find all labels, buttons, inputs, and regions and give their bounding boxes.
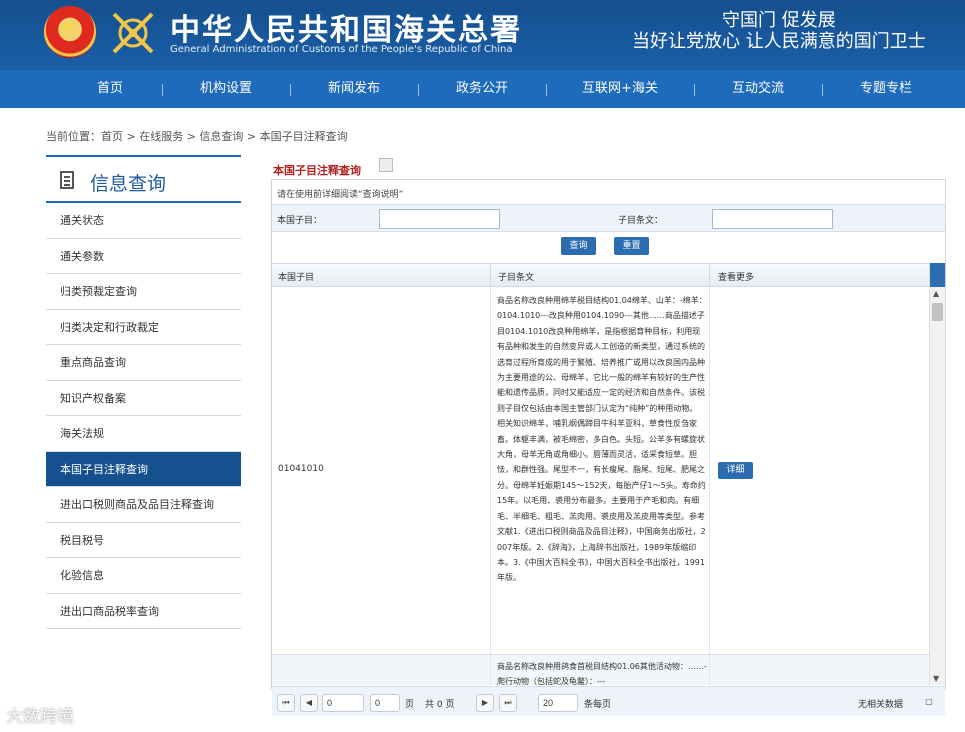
sidebar-item-key-goods[interactable]: 重点商品查询 xyxy=(46,345,241,381)
refresh-icon[interactable]: ▢ xyxy=(922,694,936,712)
breadcrumb-separator: > xyxy=(243,130,260,143)
sidebar-item-classification-decision[interactable]: 归类决定和行政裁定 xyxy=(46,310,241,345)
empty-status: 无相关数据 xyxy=(858,700,904,710)
prev-page-button[interactable]: ◀ xyxy=(300,694,318,712)
sidebar-item-tax-rate[interactable]: 进出口商品税率查询 xyxy=(46,594,241,629)
sidebar-header: 信息查询 xyxy=(46,155,241,203)
site-header: 中华人民共和国海关总署 General Administration of Cu… xyxy=(0,0,965,70)
detail-button[interactable]: 详细 xyxy=(718,462,753,479)
breadcrumb-item-info-query[interactable]: 信息查询 xyxy=(199,130,243,143)
breadcrumb-prefix: 当前位置： xyxy=(46,130,101,143)
sidebar-item-tariff-number[interactable]: 税目税号 xyxy=(46,523,241,558)
collapse-icon[interactable] xyxy=(379,158,393,172)
next-page-button[interactable]: ▶ xyxy=(476,694,494,712)
col-divider[interactable] xyxy=(709,264,710,288)
col-header-text[interactable]: 子目条文 xyxy=(498,270,534,283)
table-row: 01041010 商品名称改良种用绵羊税目结构01.04绵羊、山羊：-绵羊：01… xyxy=(272,287,929,655)
national-emblem-icon xyxy=(44,6,96,58)
scroll-thumb[interactable] xyxy=(932,303,943,321)
document-icon xyxy=(60,171,74,189)
page-size-select[interactable] xyxy=(538,694,578,712)
breadcrumb-item-home[interactable]: 首页 xyxy=(101,130,123,143)
usage-tip[interactable]: 请在使用前详细阅读“查询说明” xyxy=(277,187,403,200)
col-divider xyxy=(490,287,491,685)
first-page-button[interactable]: ⏮ xyxy=(277,694,295,712)
nav-divider xyxy=(822,84,823,96)
site-title: 中华人民共和国海关总署 xyxy=(170,13,522,48)
subheading-input[interactable] xyxy=(379,209,500,229)
sidebar: 信息查询 通关状态 通关参数 归类预裁定查询 归类决定和行政裁定 重点商品查询 … xyxy=(46,155,241,629)
grid-body: 01041010 商品名称改良种用绵羊税目结构01.04绵羊、山羊：-绵羊：01… xyxy=(272,287,929,685)
panel-title: 本国子目注释查询 xyxy=(273,164,361,177)
main-nav: 首页 机构设置 新闻发布 政务公开 互联网+海关 互动交流 专题专栏 xyxy=(0,70,965,108)
scroll-down-icon[interactable]: ▼ xyxy=(933,674,939,683)
slogan-line2: 当好让党放心 让人民满意的国门卫士 xyxy=(632,31,926,52)
page-size-label: 条每页 xyxy=(584,700,612,710)
cell-subheading-text: 商品名称改良种用绵羊税目结构01.04绵羊、山羊：-绵羊：0104.1010--… xyxy=(497,296,707,583)
sidebar-item-lab-info[interactable]: 化验信息 xyxy=(46,558,241,594)
breadcrumb-separator: > xyxy=(123,130,140,143)
page-label: 页 xyxy=(405,700,415,710)
sidebar-item-customs-law[interactable]: 海关法规 xyxy=(46,416,241,452)
subheading-label: 本国子目： xyxy=(277,216,323,226)
breadcrumb: 当前位置：首页 > 在线服务 > 信息查询 > 本国子目注释查询 xyxy=(46,128,348,144)
sidebar-item-tariff-notes[interactable]: 进出口税则商品及品目注释查询 xyxy=(46,487,241,523)
sidebar-item-clearance-status[interactable]: 通关状态 xyxy=(46,203,241,239)
search-form: 本国子目： 子目条文： xyxy=(272,204,945,232)
cell-subheading-text: 商品名称改良种用鸽食首税目结构01.06其他活动物：……-爬行动物（包括蛇及龟鳖… xyxy=(497,662,707,685)
sidebar-item-classification-preruling[interactable]: 归类预裁定查询 xyxy=(46,274,241,310)
scroll-up-icon[interactable]: ▲ xyxy=(933,289,939,298)
nav-divider xyxy=(418,84,419,96)
nav-divider xyxy=(694,84,695,96)
sidebar-item-ip-record[interactable]: 知识产权备案 xyxy=(46,381,241,416)
breadcrumb-item-online-service[interactable]: 在线服务 xyxy=(139,130,183,143)
text-label: 子目条文： xyxy=(618,216,664,226)
query-panel: 本国子目注释查询 请在使用前详细阅读“查询说明” 本国子目： 子目条文： 查询 … xyxy=(271,157,946,732)
table-row: 商品名称改良种用鸽食首税目结构01.06其他活动物：……-爬行动物（包括蛇及龟鳖… xyxy=(272,655,929,685)
nav-interaction[interactable]: 互动交流 xyxy=(722,70,794,108)
nav-internet-customs[interactable]: 互联网+海关 xyxy=(574,70,666,108)
nav-divider xyxy=(546,84,547,96)
grid-header: 本国子目 子目条文 查看更多 xyxy=(272,263,945,288)
query-button[interactable]: 查询 xyxy=(561,237,596,255)
nav-gov-affairs[interactable]: 政务公开 xyxy=(446,70,518,108)
text-input[interactable] xyxy=(712,209,833,229)
breadcrumb-separator: > xyxy=(183,130,200,143)
nav-home[interactable]: 首页 xyxy=(80,70,140,108)
col-header-more[interactable]: 查看更多 xyxy=(718,270,754,283)
nav-organization[interactable]: 机构设置 xyxy=(190,70,262,108)
watermark-logo: 大数跨境 xyxy=(6,707,74,727)
sidebar-item-subheading-notes[interactable]: 本国子目注释查询 xyxy=(46,451,241,487)
reset-button[interactable]: 重置 xyxy=(614,237,649,255)
site-subtitle: General Administration of Customs of the… xyxy=(170,44,513,55)
nav-divider xyxy=(162,84,163,96)
scrollbar-header-cap xyxy=(930,263,945,287)
sidebar-title: 信息查询 xyxy=(90,173,167,195)
col-divider xyxy=(709,287,710,685)
total-pages: 共 0 页 xyxy=(425,700,455,710)
nav-divider xyxy=(290,84,291,96)
cell-subheading-code: 01041010 xyxy=(278,464,324,474)
col-divider[interactable] xyxy=(490,264,491,288)
last-page-button[interactable]: ⏭ xyxy=(499,694,517,712)
breadcrumb-item-current: 本国子目注释查询 xyxy=(259,130,348,143)
nav-special-topics[interactable]: 专题专栏 xyxy=(850,70,922,108)
page-number-input[interactable] xyxy=(370,694,400,712)
sidebar-item-clearance-params[interactable]: 通关参数 xyxy=(46,239,241,274)
pager: ⏮ ◀ 页 共 0 页 ▶ ⏭ 条每页 无相关数据 ▢ xyxy=(272,686,945,716)
customs-emblem-icon xyxy=(112,12,154,54)
page-jump-input[interactable] xyxy=(322,694,364,712)
nav-news[interactable]: 新闻发布 xyxy=(318,70,390,108)
grid-scrollbar[interactable]: ▲ ▼ xyxy=(929,263,945,685)
col-header-subheading[interactable]: 本国子目 xyxy=(278,270,314,283)
